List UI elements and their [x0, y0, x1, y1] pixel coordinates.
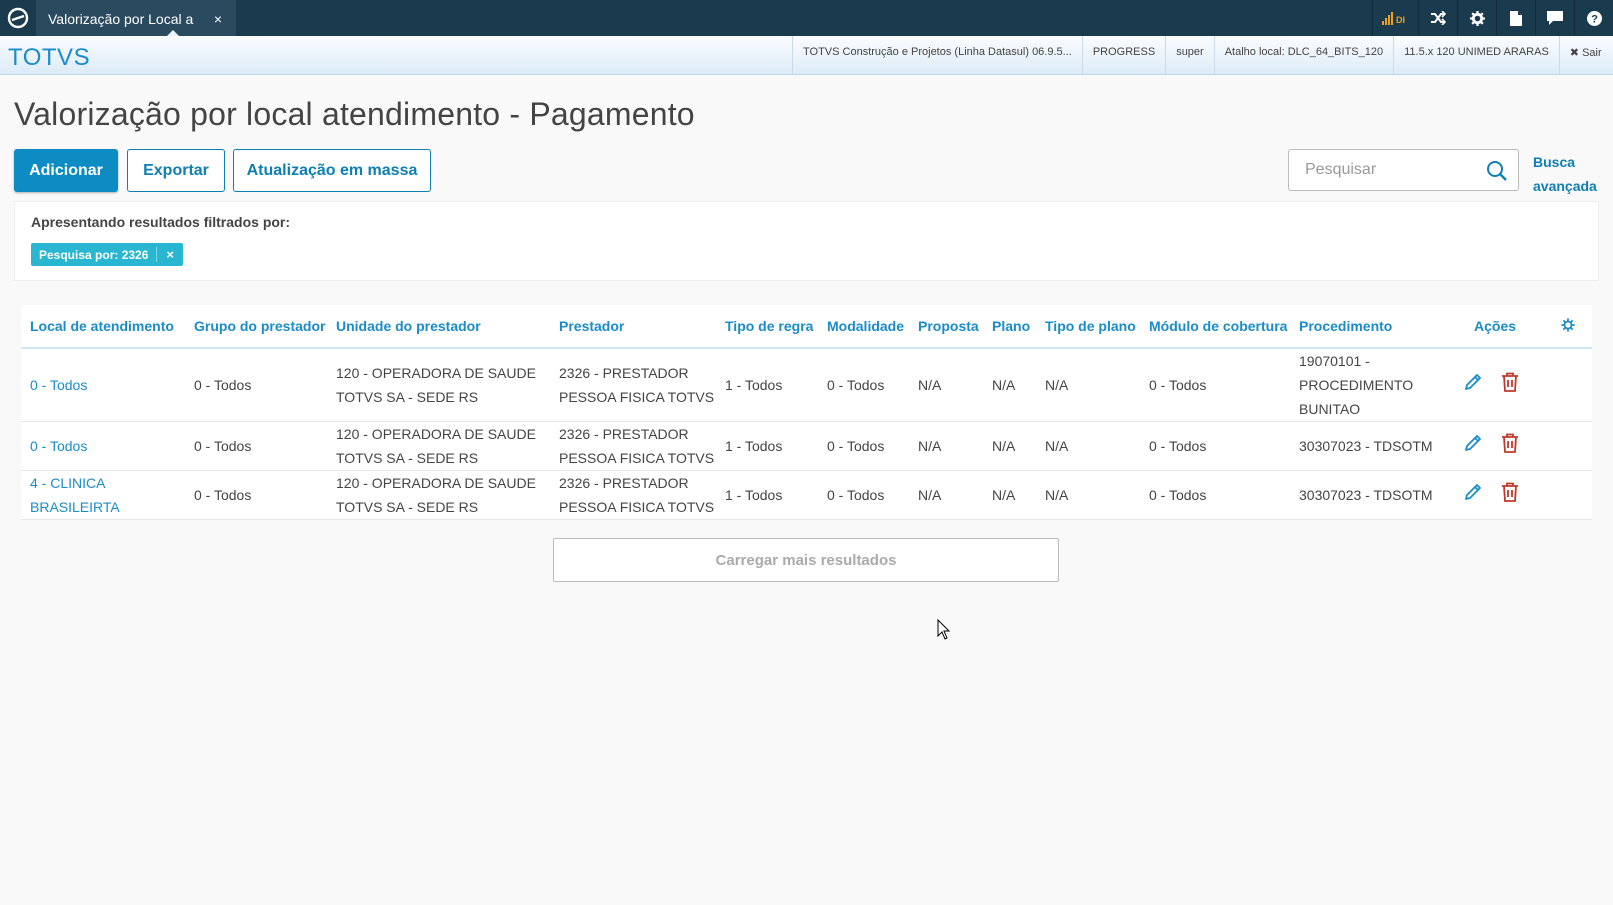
cell-modulo: 0 - Todos — [1149, 377, 1207, 393]
cell-tipo-plano: N/A — [1045, 487, 1069, 503]
table-header: Local de atendimento Grupo do prestador … — [21, 305, 1592, 349]
logout-button[interactable]: ✖ Sair — [1558, 36, 1608, 74]
edit-icon[interactable] — [1463, 482, 1483, 509]
signal-icon[interactable]: DI — [1372, 0, 1418, 36]
cell-prestador: 2326 - PRESTADOR PESSOA FISICA TOTVS — [559, 365, 715, 405]
svg-text:?: ? — [1591, 13, 1598, 25]
info-bar: TOTVS TOTVS Construção e Projetos (Linha… — [0, 36, 1613, 75]
mass-update-button[interactable]: Atualização em massa — [233, 149, 431, 192]
cell-local-link[interactable]: 0 - Todos — [21, 373, 185, 397]
cell-grupo: 0 - Todos — [194, 438, 252, 454]
filter-chip-close-icon[interactable]: × — [156, 247, 183, 262]
header-plano[interactable]: Plano — [983, 318, 1036, 334]
advanced-search-link[interactable]: Busca avançada — [1533, 150, 1603, 198]
user-info: super — [1165, 36, 1214, 74]
row-actions — [1450, 482, 1552, 509]
tab-valorizacao[interactable]: Valorização por Local a × — [36, 0, 236, 36]
search-box — [1288, 149, 1519, 191]
header-unidade[interactable]: Unidade do prestador — [327, 318, 550, 334]
delete-icon[interactable] — [1501, 482, 1519, 509]
cell-tipo-plano: N/A — [1045, 438, 1069, 454]
edit-icon[interactable] — [1463, 372, 1483, 399]
header-proposta[interactable]: Proposta — [909, 318, 983, 334]
header-local[interactable]: Local de atendimento — [21, 318, 185, 334]
delete-icon[interactable] — [1501, 372, 1519, 399]
header-acoes: Ações — [1474, 318, 1517, 334]
cell-grupo: 0 - Todos — [194, 377, 252, 393]
cell-procedimento: 30307023 - TDSOTM — [1299, 438, 1433, 454]
cell-unidade: 120 - OPERADORA DE SAUDE TOTVS SA - SEDE… — [336, 426, 536, 466]
cell-procedimento: 19070101 - PROCEDIMENTO BUNITAO — [1299, 353, 1414, 417]
cell-unidade: 120 - OPERADORA DE SAUDE TOTVS SA - SEDE… — [336, 365, 536, 405]
cell-modalidade: 0 - Todos — [827, 377, 885, 393]
column-settings-icon[interactable] — [1552, 317, 1592, 335]
cell-local-link[interactable]: 0 - Todos — [21, 434, 185, 458]
version-info: 11.5.x 120 UNIMED ARARAS — [1393, 36, 1559, 74]
cell-tipo-regra: 1 - Todos — [725, 487, 783, 503]
cell-prestador: 2326 - PRESTADOR PESSOA FISICA TOTVS — [559, 426, 715, 466]
cell-local-link[interactable]: 4 - CLINICA BRASILEIRTA — [21, 471, 185, 519]
cell-tipo-regra: 1 - Todos — [725, 377, 783, 393]
header-tipo-plano[interactable]: Tipo de plano — [1036, 318, 1140, 334]
cell-grupo: 0 - Todos — [194, 487, 252, 503]
table-row: 0 - Todos 0 - Todos 120 - OPERADORA DE S… — [21, 349, 1592, 422]
database-info: PROGRESS — [1081, 36, 1165, 74]
cell-plano: N/A — [992, 438, 1016, 454]
header-procedimento[interactable]: Procedimento — [1290, 318, 1465, 334]
product-info: TOTVS Construção e Projetos (Linha Datas… — [792, 36, 1082, 74]
tab-close-icon[interactable]: × — [214, 11, 222, 27]
cell-modalidade: 0 - Todos — [827, 487, 885, 503]
search-icon[interactable] — [1486, 160, 1508, 185]
mouse-cursor-icon — [937, 618, 951, 644]
load-more-button[interactable]: Carregar mais resultados — [553, 538, 1059, 582]
table-row: 4 - CLINICA BRASILEIRTA 0 - Todos 120 - … — [21, 471, 1592, 520]
help-icon[interactable]: ? — [1574, 0, 1613, 36]
cell-proposta: N/A — [918, 377, 942, 393]
cell-tipo-plano: N/A — [1045, 377, 1069, 393]
chat-icon[interactable] — [1535, 0, 1574, 36]
add-button[interactable]: Adicionar — [14, 149, 118, 192]
page-title: Valorização por local atendimento - Paga… — [14, 96, 695, 132]
delete-icon[interactable] — [1501, 433, 1519, 460]
table-row: 0 - Todos 0 - Todos 120 - OPERADORA DE S… — [21, 422, 1592, 471]
cell-plano: N/A — [992, 487, 1016, 503]
cell-tipo-regra: 1 - Todos — [725, 438, 783, 454]
signal-text: DI — [1396, 15, 1405, 25]
filter-chip-label: Pesquisa por: 2326 — [39, 247, 149, 262]
row-actions — [1450, 372, 1552, 399]
filter-panel: Apresentando resultados filtrados por: P… — [14, 201, 1599, 281]
cell-prestador: 2326 - PRESTADOR PESSOA FISICA TOTVS — [559, 475, 715, 515]
filter-title: Apresentando resultados filtrados por: — [31, 214, 291, 230]
cell-modulo: 0 - Todos — [1149, 438, 1207, 454]
header-modulo[interactable]: Módulo de cobertura — [1140, 318, 1290, 334]
cell-plano: N/A — [992, 377, 1016, 393]
cell-unidade: 120 - OPERADORA DE SAUDE TOTVS SA - SEDE… — [336, 475, 536, 515]
gear-icon[interactable] — [1457, 0, 1496, 36]
cell-modalidade: 0 - Todos — [827, 438, 885, 454]
row-actions — [1450, 433, 1552, 460]
header-tipo-regra[interactable]: Tipo de regra — [716, 318, 818, 334]
cell-proposta: N/A — [918, 487, 942, 503]
results-table: Local de atendimento Grupo do prestador … — [21, 305, 1592, 520]
brand-logo[interactable]: TOTVS — [0, 36, 792, 74]
document-icon[interactable] — [1496, 0, 1535, 36]
cell-modulo: 0 - Todos — [1149, 487, 1207, 503]
search-input[interactable] — [1305, 161, 1475, 179]
shuffle-icon[interactable] — [1418, 0, 1457, 36]
shortcut-info: Atalho local: DLC_64_BITS_120 — [1213, 36, 1393, 74]
header-grupo[interactable]: Grupo do prestador — [185, 318, 327, 334]
cell-proposta: N/A — [918, 438, 942, 454]
tab-label: Valorização por Local a — [48, 11, 194, 27]
export-button[interactable]: Exportar — [127, 149, 225, 192]
header-modalidade[interactable]: Modalidade — [818, 318, 909, 334]
top-bar: Valorização por Local a × DI ? — [0, 0, 1613, 36]
cell-procedimento: 30307023 - TDSOTM — [1299, 487, 1433, 503]
header-prestador[interactable]: Prestador — [550, 318, 716, 334]
app-logo-icon[interactable] — [0, 0, 36, 36]
filter-chip: Pesquisa por: 2326 × — [31, 243, 183, 266]
edit-icon[interactable] — [1463, 433, 1483, 460]
